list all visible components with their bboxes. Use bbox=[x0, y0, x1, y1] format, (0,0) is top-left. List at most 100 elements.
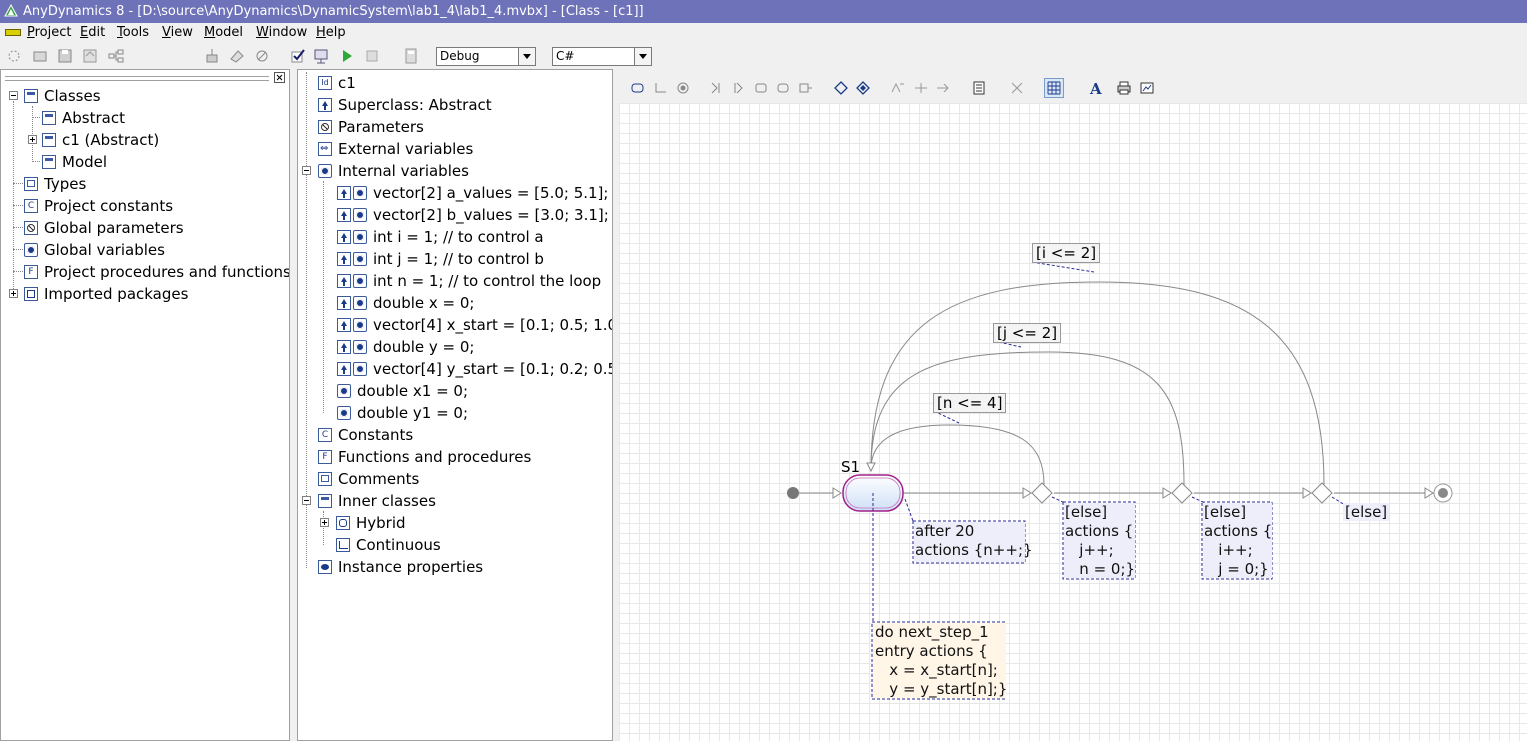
package-icon bbox=[24, 287, 38, 301]
else-label-final[interactable]: [else] bbox=[1343, 503, 1389, 521]
new-project-icon[interactable] bbox=[5, 47, 23, 65]
choice-node-1[interactable] bbox=[1031, 482, 1053, 504]
id-icon: Id bbox=[318, 76, 332, 90]
expand-c1-toggle[interactable] bbox=[28, 135, 37, 144]
external-icon bbox=[318, 142, 332, 156]
hybrid-icon bbox=[336, 516, 350, 530]
title-bar: AnyDynamics 8 - [D:\source\AnyDynamics\D… bbox=[0, 0, 1527, 23]
chevron-down-icon[interactable] bbox=[634, 48, 651, 65]
check-model-icon[interactable] bbox=[289, 47, 307, 65]
menu-help[interactable]: Help bbox=[316, 23, 346, 42]
main-toolbar bbox=[0, 43, 1527, 69]
parameter-icon bbox=[24, 221, 38, 235]
loop-transition-i[interactable] bbox=[870, 281, 1325, 486]
choice-node-3[interactable] bbox=[1311, 482, 1333, 504]
collapse-internal-variables-toggle[interactable] bbox=[302, 166, 311, 175]
class-icon bbox=[318, 494, 332, 508]
variable-icon bbox=[353, 274, 367, 288]
loop-transition-n[interactable] bbox=[870, 424, 1045, 486]
stop-check-icon[interactable] bbox=[253, 47, 271, 65]
menu-view[interactable]: View bbox=[162, 23, 193, 42]
collapse-classes-toggle[interactable] bbox=[9, 91, 18, 100]
build-icon[interactable] bbox=[203, 47, 221, 65]
function-icon: F bbox=[318, 450, 332, 464]
menu-edit[interactable]: Edit bbox=[80, 23, 105, 42]
loop-transition-j[interactable] bbox=[870, 351, 1185, 486]
class-icon bbox=[42, 155, 56, 169]
variable-icon bbox=[337, 406, 351, 420]
arrowhead-icon bbox=[1022, 487, 1032, 499]
variable-icon bbox=[353, 362, 367, 376]
hierarchy-icon[interactable] bbox=[107, 47, 125, 65]
variable-icon bbox=[353, 208, 367, 222]
run-icon[interactable] bbox=[338, 47, 356, 65]
class-icon bbox=[42, 111, 56, 125]
variable-icon bbox=[353, 230, 367, 244]
arrowhead-icon bbox=[1302, 487, 1312, 499]
inherited-icon bbox=[337, 186, 351, 200]
else-note-1[interactable]: [else] actions { j++; n = 0;} bbox=[1064, 503, 1135, 578]
parameter-icon bbox=[318, 120, 332, 134]
class-tree-panel: Idc1 Superclass: Abstract Parameters Ext… bbox=[297, 69, 613, 741]
panel-grip[interactable] bbox=[5, 76, 269, 81]
continuous-icon bbox=[336, 538, 350, 552]
save-all-icon[interactable] bbox=[81, 47, 99, 65]
after-transition-note[interactable]: after 20 actions {n++;} bbox=[914, 522, 1033, 562]
do-activity-note[interactable]: do next_step_1 entry actions { x = x_sta… bbox=[873, 623, 1007, 698]
superclass-icon bbox=[318, 98, 332, 112]
variable-icon bbox=[24, 243, 38, 257]
calculator-icon[interactable] bbox=[402, 47, 420, 65]
language-select[interactable]: C# bbox=[552, 47, 652, 66]
inherited-icon bbox=[337, 208, 351, 222]
inherited-icon bbox=[337, 230, 351, 244]
variable-icon bbox=[353, 340, 367, 354]
collapse-inner-classes-toggle[interactable] bbox=[302, 496, 311, 505]
guard-i[interactable]: [i <= 2] bbox=[1032, 243, 1101, 263]
splitter-left[interactable] bbox=[290, 69, 297, 741]
build-configuration-select[interactable]: Debug bbox=[436, 47, 536, 66]
expand-packages-toggle[interactable] bbox=[9, 289, 18, 298]
chevron-down-icon[interactable] bbox=[518, 48, 535, 65]
compile-icon[interactable] bbox=[313, 47, 331, 65]
comment-icon bbox=[318, 472, 332, 486]
menu-model[interactable]: Model bbox=[204, 23, 243, 42]
menu-window[interactable]: Window bbox=[256, 23, 307, 42]
expand-hybrid-toggle[interactable] bbox=[320, 518, 329, 527]
inherited-icon bbox=[337, 296, 351, 310]
inherited-icon bbox=[337, 362, 351, 376]
arrowhead-icon bbox=[866, 462, 876, 473]
menu-tools[interactable]: Tools bbox=[117, 23, 149, 42]
close-icon[interactable] bbox=[274, 72, 285, 83]
open-project-icon[interactable] bbox=[31, 47, 49, 65]
eraser-icon[interactable] bbox=[228, 47, 246, 65]
inherited-icon bbox=[337, 252, 351, 266]
guard-n[interactable]: [n <= 4] bbox=[933, 393, 1007, 413]
menu-project[interactable]: Project bbox=[27, 23, 72, 42]
inherited-icon bbox=[337, 340, 351, 354]
initial-state[interactable] bbox=[787, 487, 799, 499]
choice-node-2[interactable] bbox=[1171, 482, 1193, 504]
guard-j[interactable]: [j <= 2] bbox=[993, 323, 1062, 343]
project-tree-panel: Classes Abstract c1 (Abstract) Model Typ… bbox=[0, 69, 290, 741]
window-title: AnyDynamics 8 - [D:\source\AnyDynamics\D… bbox=[23, 4, 644, 19]
else-note-2[interactable]: [else] actions { i++; j = 0;} bbox=[1203, 503, 1272, 578]
function-icon: F bbox=[24, 265, 38, 279]
inherited-icon bbox=[337, 318, 351, 332]
type-icon bbox=[24, 177, 38, 191]
save-icon[interactable] bbox=[56, 47, 74, 65]
variable-icon bbox=[353, 252, 367, 266]
class-icon bbox=[24, 89, 38, 103]
arrowhead-icon bbox=[832, 487, 842, 499]
stop-icon[interactable] bbox=[363, 47, 381, 65]
inherited-icon bbox=[337, 274, 351, 288]
variable-icon bbox=[353, 296, 367, 310]
class-icon bbox=[42, 133, 56, 147]
constant-icon: C bbox=[24, 199, 38, 213]
diagram-editor: A S1 [i <= 2] [j <= 2] [n <= 4] after 20… bbox=[619, 73, 1527, 741]
app-logo-icon bbox=[4, 4, 18, 17]
arrowhead-icon bbox=[1162, 487, 1172, 499]
variable-icon bbox=[337, 384, 351, 398]
constant-icon: C bbox=[318, 428, 332, 442]
state-s1-label[interactable]: S1 bbox=[841, 458, 860, 476]
statechart bbox=[787, 261, 1453, 700]
